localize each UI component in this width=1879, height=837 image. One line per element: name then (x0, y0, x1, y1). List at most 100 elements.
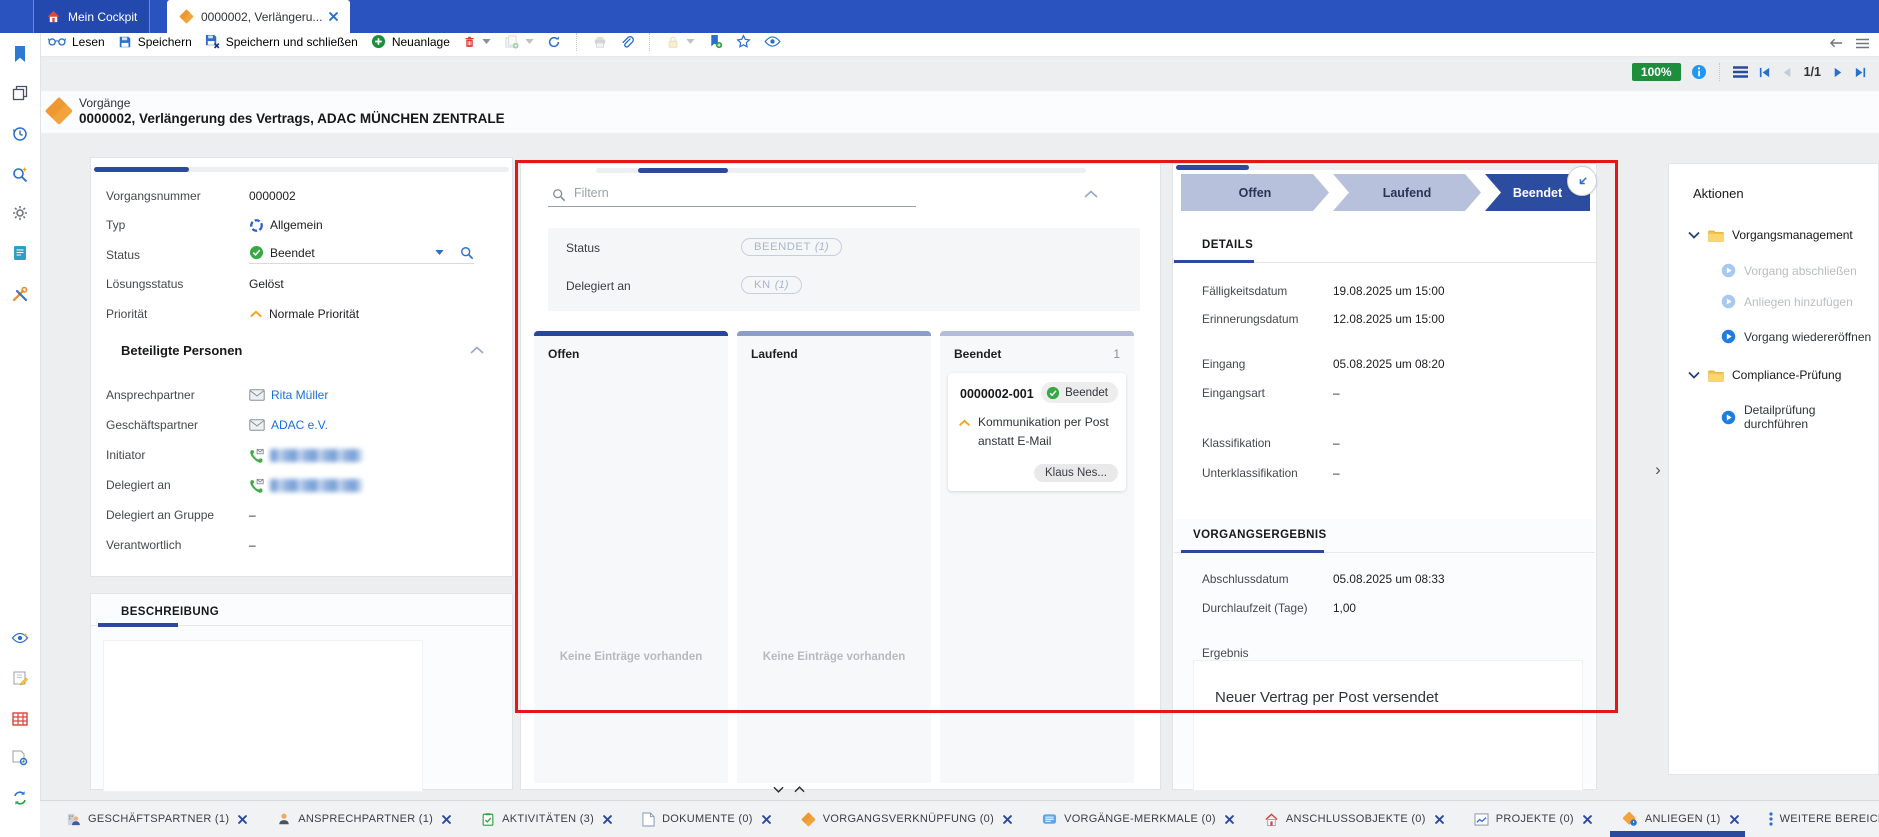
tools-icon[interactable] (12, 286, 28, 302)
action-group[interactable]: Vorgangsmanagement (1688, 228, 1853, 242)
close-icon[interactable] (329, 12, 338, 21)
kanban-column-header: Laufend (737, 336, 931, 361)
nav-prev-icon[interactable] (1781, 66, 1794, 79)
bottom-tab[interactable]: VORGÄNGE-MERKMALE (0) (1042, 813, 1234, 825)
toolbar-button-label: Speichern (138, 35, 192, 49)
filter-input[interactable] (548, 182, 916, 207)
panel-expander[interactable]: › (1650, 458, 1666, 484)
bottom-tab[interactable]: VORGANGSVERKNÜPFUNG (0) (801, 812, 1012, 827)
stepper-step-laufend[interactable]: Laufend (1333, 174, 1481, 211)
nav-first-icon[interactable] (1758, 66, 1771, 79)
search-star-icon[interactable] (12, 166, 28, 182)
history-icon[interactable] (12, 126, 28, 142)
field-value[interactable]: Beendet (249, 245, 474, 264)
collapse-down-icon[interactable] (773, 786, 784, 793)
board-scrollbar-thumb[interactable] (638, 168, 728, 173)
form-scrollbar-thumb[interactable] (94, 167, 189, 172)
issue-card-status-badge: Beendet (1041, 382, 1118, 403)
doc-gear-icon[interactable] (12, 750, 28, 766)
action-item-label: Vorgang abschließen (1744, 264, 1857, 278)
lookup-icon[interactable] (460, 246, 474, 260)
redacted-name (270, 449, 362, 462)
collapse-chevron-icon[interactable] (470, 346, 484, 354)
back-arrow-icon[interactable] (1829, 37, 1844, 49)
attachment-button[interactable] (620, 35, 634, 49)
bottom-tab[interactable]: AKTIVITÄTEN (3) (481, 812, 612, 827)
filter-row-label: Status (566, 241, 600, 255)
refresh-button[interactable] (547, 35, 561, 49)
page-title: 0000002, Verlängerung des Vertrags, ADAC… (79, 111, 505, 126)
issue-card[interactable]: 0000002-001 Beendet Kommunikation per Po… (948, 373, 1126, 491)
filter-chip-count: (1) (815, 241, 829, 253)
collapse-chevron-icon[interactable] (1084, 190, 1098, 198)
table-red-icon[interactable] (12, 712, 28, 726)
action-item[interactable]: Detailprüfung durchführen (1721, 403, 1878, 431)
close-icon[interactable] (238, 815, 247, 824)
app-tab-record[interactable]: 0000002, Verlängeru... (167, 0, 350, 33)
action-item[interactable]: Vorgang wiedereröffnen (1721, 329, 1871, 344)
chevron-down-icon[interactable] (525, 39, 534, 44)
close-icon[interactable] (603, 815, 612, 824)
watch-button[interactable] (764, 36, 781, 47)
info-icon[interactable] (1691, 64, 1707, 80)
windows-icon[interactable] (12, 85, 28, 101)
save-button[interactable]: Speichern (118, 35, 192, 49)
favorite-button[interactable] (736, 34, 751, 49)
bottom-tab[interactable]: GESCHÄFTSPARTNER (1) (66, 812, 247, 827)
chevron-down-icon[interactable] (435, 250, 444, 255)
close-icon[interactable] (1730, 815, 1739, 824)
nav-last-icon[interactable] (1854, 66, 1867, 79)
bottom-tab[interactable]: DOKUMENTE (0) (642, 812, 771, 827)
read-button[interactable]: Lesen (48, 35, 105, 49)
new-record-button[interactable]: Neuanlage (371, 34, 450, 49)
nav-next-icon[interactable] (1831, 66, 1844, 79)
collapse-corner-button[interactable] (1567, 166, 1597, 196)
close-icon[interactable] (1435, 815, 1444, 824)
field-label: Delegiert an Gruppe (106, 508, 249, 522)
delete-button[interactable] (463, 35, 491, 49)
ergebnis-textbox[interactable]: Neuer Vertrag per Post versendet (1193, 660, 1583, 791)
close-icon[interactable] (1583, 815, 1592, 824)
gear-icon[interactable] (12, 205, 28, 221)
field-label: Delegiert an (106, 478, 249, 492)
chevron-down-icon[interactable] (686, 39, 695, 44)
notes-icon[interactable] (12, 670, 28, 686)
save-close-button[interactable]: Speichern und schließen (205, 34, 358, 49)
bottom-tab[interactable]: ANSCHLUSSOBJEKTE (0) (1264, 812, 1444, 827)
close-icon[interactable] (1225, 815, 1234, 824)
window-menu-icon[interactable] (1856, 37, 1869, 49)
field-value-text[interactable]: Rita Müller (271, 388, 328, 402)
filter-chip[interactable]: BEENDET(1) (741, 238, 842, 256)
filter-chip[interactable]: KN(1) (741, 276, 802, 294)
action-group-label: Vorgangsmanagement (1732, 228, 1853, 242)
issue-diamond-icon (1622, 811, 1638, 827)
case-diamond-icon (179, 9, 194, 24)
bookmark-icon[interactable] (13, 45, 27, 63)
description-textarea[interactable] (103, 640, 423, 792)
close-icon[interactable] (442, 815, 451, 824)
watch-star-icon[interactable] (12, 632, 29, 645)
chevron-down-icon[interactable] (1688, 231, 1700, 239)
field-value-text[interactable]: ADAC e.V. (271, 418, 328, 432)
app-tab-cockpit[interactable]: Mein Cockpit (33, 0, 150, 33)
report-icon[interactable] (13, 245, 27, 261)
bottom-tab[interactable]: ANLIEGEN (1) (1622, 811, 1739, 827)
expand-up-icon[interactable] (794, 786, 805, 793)
connected-object-icon (1264, 812, 1279, 827)
action-group[interactable]: Compliance-Prüfung (1688, 368, 1841, 382)
bottom-tab[interactable]: ANSPRECHPARTNER (1) (277, 812, 451, 826)
chevron-down-icon[interactable] (1688, 371, 1700, 379)
bookmark-add-button[interactable] (708, 34, 723, 49)
details-scrollbar-thumb[interactable] (1176, 165, 1249, 170)
close-icon[interactable] (762, 815, 771, 824)
bottom-tab[interactable]: WEITERE BEREICHE (1769, 812, 1879, 826)
chevron-down-icon[interactable] (482, 39, 491, 44)
list-menu-icon[interactable] (1733, 66, 1748, 78)
stepper-step-offen[interactable]: Offen (1181, 174, 1329, 211)
close-icon[interactable] (1003, 815, 1012, 824)
folder-icon (1708, 229, 1724, 242)
zoom-badge[interactable]: 100% (1632, 63, 1681, 81)
sync-icon[interactable] (12, 790, 28, 806)
tab-beschreibung[interactable]: BESCHREIBUNG (121, 606, 219, 618)
bottom-tab[interactable]: PROJEKTE (0) (1474, 813, 1592, 826)
